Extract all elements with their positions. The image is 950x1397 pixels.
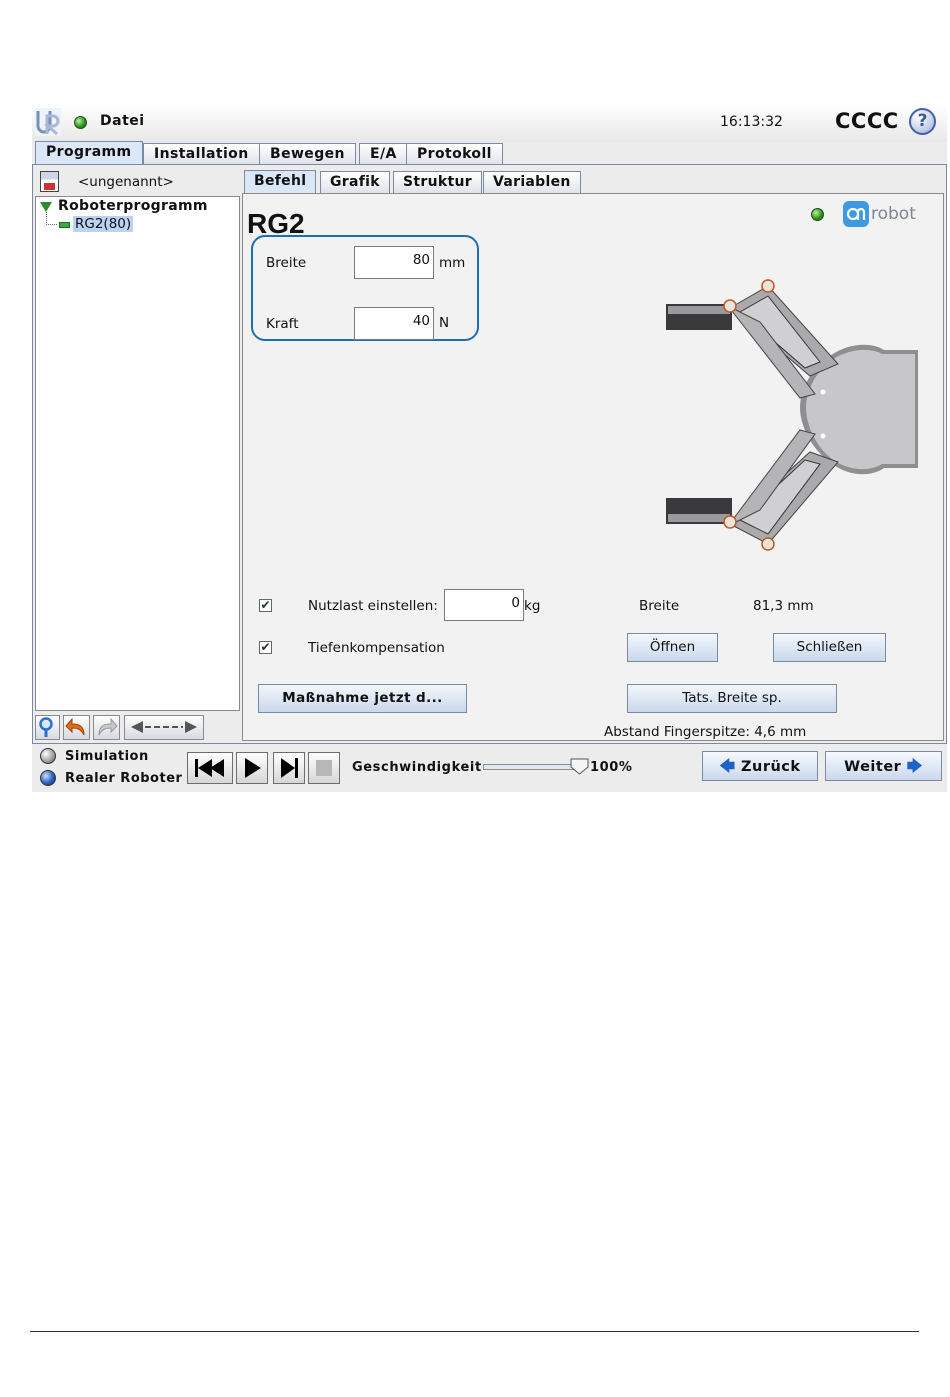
speed-label: Geschwindigkeit <box>352 760 482 775</box>
move-node-button[interactable] <box>124 715 204 740</box>
stop-button[interactable] <box>308 752 340 784</box>
tree-connector <box>46 212 57 225</box>
redo-button[interactable] <box>93 715 120 740</box>
tab-ea[interactable]: E/A <box>359 143 408 164</box>
speed-slider-thumb[interactable] <box>570 758 589 775</box>
tab-installation[interactable]: Installation <box>143 143 260 164</box>
skip-back-icon <box>195 759 224 777</box>
current-width-value: 81,3 mm <box>753 598 814 614</box>
execute-action-button[interactable]: Maßnahme jetzt d... <box>258 684 467 713</box>
ur-logo-icon <box>35 108 61 136</box>
payload-input[interactable]: 0 <box>444 589 524 621</box>
search-button[interactable] <box>35 715 60 740</box>
payload-checkbox[interactable]: ✔ <box>259 599 272 612</box>
depth-compensation-label: Tiefenkompensation <box>308 640 445 656</box>
node-icon <box>59 222 70 228</box>
next-label: Weiter <box>844 759 902 775</box>
force-input[interactable]: 40 <box>354 307 434 340</box>
tab-protokoll[interactable]: Protokoll <box>406 143 503 164</box>
width-label: Breite <box>266 255 307 271</box>
save-icon[interactable] <box>40 171 59 192</box>
force-unit: N <box>439 315 450 331</box>
program-tree <box>35 196 240 711</box>
tab-grafik[interactable]: Grafik <box>320 171 390 193</box>
back-button[interactable]: 🡄 Zurück <box>702 751 818 781</box>
rewind-button[interactable] <box>187 752 233 784</box>
play-icon <box>245 758 261 778</box>
program-name: <ungenannt> <box>78 174 174 190</box>
width-unit: mm <box>439 255 466 271</box>
speed-slider[interactable] <box>483 764 578 770</box>
gripper-status-led-icon <box>811 208 824 221</box>
skip-forward-icon <box>281 758 298 778</box>
expand-icon[interactable] <box>40 202 52 212</box>
force-label: Kraft <box>266 316 299 332</box>
status-led-icon <box>74 116 87 129</box>
step-button[interactable] <box>273 752 305 784</box>
tab-programm[interactable]: Programm <box>35 141 143 165</box>
gripper-illustration <box>666 279 918 551</box>
payload-label: Nutzlast einstellen: <box>308 598 438 614</box>
stop-icon <box>316 760 332 776</box>
onrobot-icon <box>843 201 869 227</box>
current-width-label: Breite <box>639 598 680 614</box>
polyscope-window: Datei 16:13:32 CCCC ? Programm Installat… <box>32 104 947 792</box>
left-right-arrow-icon <box>131 721 197 733</box>
payload-unit: kg <box>524 598 541 614</box>
real-robot-label: Realer Roboter <box>65 771 183 786</box>
undo-icon <box>65 717 85 736</box>
simulation-radio[interactable] <box>40 748 56 764</box>
onrobot-logo: robot <box>843 201 916 229</box>
robot-name: CCCC <box>835 109 899 133</box>
speed-value: 100% <box>590 760 633 775</box>
tab-bewegen[interactable]: Bewegen <box>259 143 356 164</box>
tree-root-node[interactable]: Roboterprogramm <box>58 198 208 214</box>
redo-icon <box>98 717 118 736</box>
tab-variablen[interactable]: Variablen <box>483 171 581 193</box>
help-button[interactable]: ? <box>909 108 936 135</box>
title-bar <box>32 104 947 142</box>
undo-button[interactable] <box>63 715 90 740</box>
arrow-left-icon: 🡄 <box>719 757 736 775</box>
tab-befehl[interactable]: Befehl <box>244 170 317 194</box>
simulation-label: Simulation <box>65 749 149 764</box>
real-robot-radio[interactable] <box>40 770 56 786</box>
brand-text: robot <box>871 204 916 224</box>
open-button[interactable]: Öffnen <box>627 633 718 662</box>
tab-struktur[interactable]: Struktur <box>393 171 482 193</box>
clock: 16:13:32 <box>720 114 783 130</box>
play-button[interactable] <box>236 752 268 784</box>
arrow-right-icon: 🡆 <box>906 757 923 775</box>
fingertip-distance: Abstand Fingerspitze: 4,6 mm <box>604 724 807 740</box>
depth-compensation-checkbox[interactable]: ✔ <box>259 641 272 654</box>
tree-node-rg2[interactable]: RG2(80) <box>73 216 134 232</box>
next-button[interactable]: Weiter 🡆 <box>825 751 942 781</box>
page-divider <box>30 1331 919 1332</box>
back-label: Zurück <box>741 759 801 775</box>
file-menu[interactable]: Datei <box>100 113 145 129</box>
save-current-width-button[interactable]: Tats. Breite sp. <box>627 684 837 713</box>
width-input[interactable]: 80 <box>354 246 434 279</box>
search-icon <box>39 717 53 737</box>
close-button[interactable]: Schließen <box>773 633 886 662</box>
